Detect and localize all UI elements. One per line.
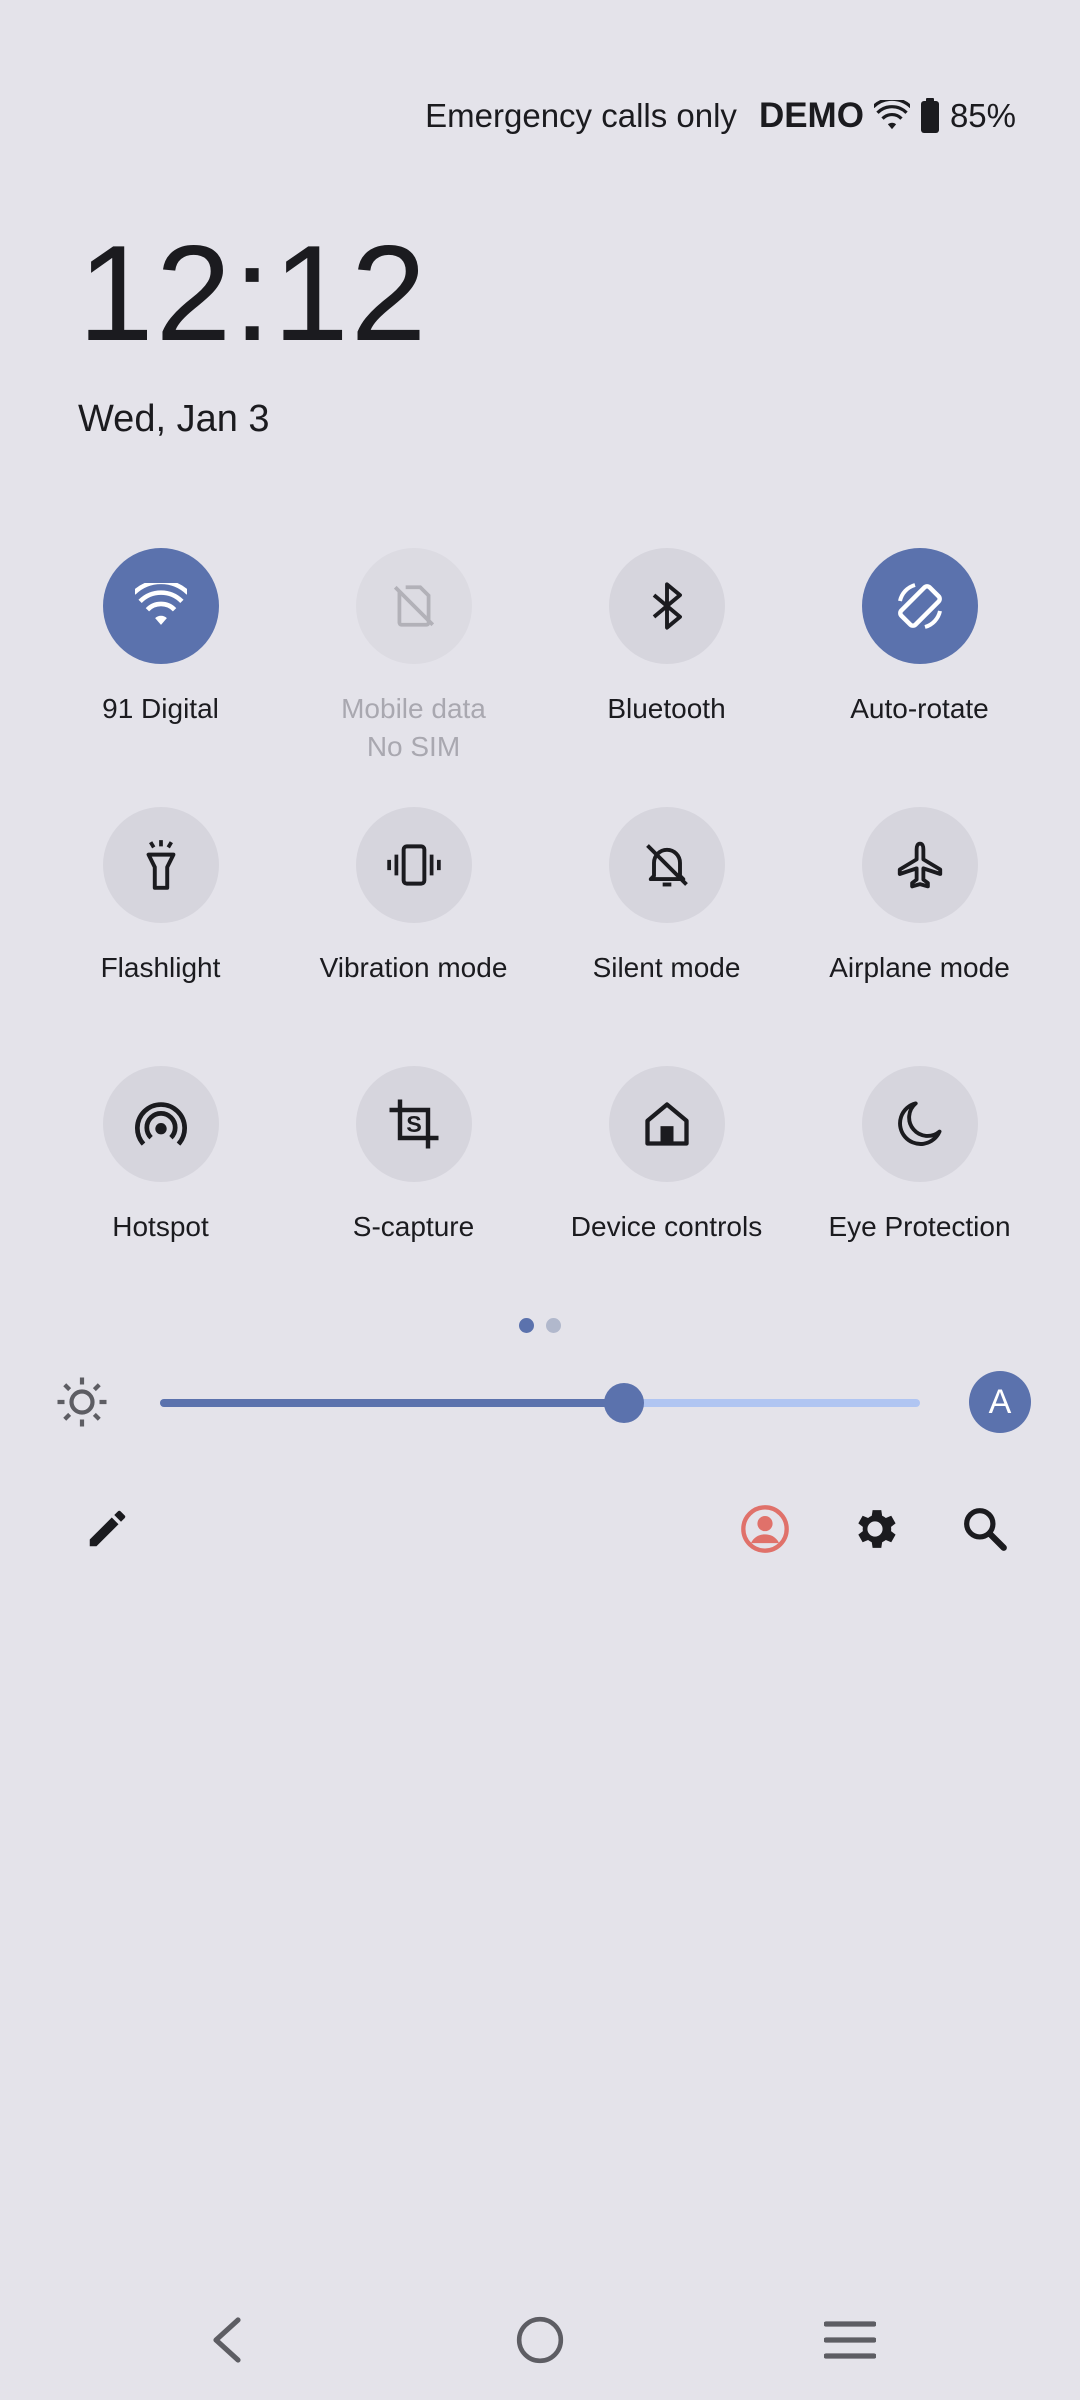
tile-label: Silent mode [592,952,741,983]
tile-label: Airplane mode [829,952,1010,983]
tile-label: Mobile data [341,693,486,724]
no-sim-icon [355,548,472,664]
carrier-status: Emergency calls only [425,97,737,134]
tile-vibration[interactable]: Vibration mode [287,807,540,1027]
hotspot-icon [102,1066,219,1182]
tile-label: Bluetooth [607,693,726,724]
s-capture-icon: S [355,1066,472,1182]
tile-row: 91 Digital Mobile data No SIM Bluetooth … [0,548,1080,768]
user-account-button[interactable] [734,1500,796,1562]
battery-percent: 85% [949,97,1016,134]
date[interactable]: Wed, Jan 3 [78,398,270,441]
tile-label: Auto-rotate [850,693,989,724]
tile-label: 91 Digital [102,693,219,724]
brightness-slider-thumb[interactable] [603,1383,644,1423]
tile-s-capture[interactable]: S S-capture [287,1066,540,1286]
tile-label: Device controls [570,1211,763,1242]
status-bar: Emergency calls only DEMO 85% [425,88,1016,144]
page-dot [546,1318,561,1333]
tile-row: Hotspot S S-capture Device controls Eye … [0,1066,1080,1286]
page-indicator [0,1318,1080,1333]
back-button[interactable] [188,2310,268,2374]
wifi-icon [102,548,219,664]
back-icon [208,2316,248,2369]
home-button[interactable] [500,2310,580,2374]
brightness-sun-icon [54,1374,110,1435]
tile-silent-mode[interactable]: Silent mode [540,807,793,1027]
home-icon [608,1066,725,1182]
user-account-icon [739,1503,791,1560]
bluetooth-icon [608,548,725,664]
tile-label: S-capture [352,1211,475,1242]
brightness-control: A [0,1366,1080,1438]
home-circle-icon [515,2315,565,2370]
battery-icon [920,98,940,134]
tile-label: Eye Protection [828,1211,1011,1242]
moon-icon [861,1066,978,1182]
page-dot-active [519,1318,534,1333]
navigation-bar [0,2310,1080,2374]
edit-button[interactable] [76,1500,138,1562]
tile-label: Flashlight [100,952,221,983]
tile-flashlight[interactable]: Flashlight [34,807,287,1027]
tile-label: Hotspot [112,1211,209,1242]
tile-auto-rotate[interactable]: Auto-rotate [793,548,1046,768]
tile-mobile-data[interactable]: Mobile data No SIM [287,548,540,768]
tile-bluetooth[interactable]: Bluetooth [540,548,793,768]
recents-menu-icon [823,2320,877,2365]
tile-wifi[interactable]: 91 Digital [34,548,287,768]
tile-sublabel: No SIM [366,731,461,762]
quick-settings-screen: Emergency calls only DEMO 85% 12:12 Wed,… [0,0,1080,2400]
clock[interactable]: 12:12 [78,225,428,361]
gear-icon [849,1503,901,1560]
auto-rotate-icon [861,548,978,664]
brightness-slider-fill [160,1399,624,1407]
tile-row: Flashlight Vibration mode Silent mode Ai… [0,807,1080,1027]
tile-eye-protection[interactable]: Eye Protection [793,1066,1046,1286]
wifi-icon [873,100,910,132]
pencil-icon [84,1506,130,1557]
quick-settings-actions [0,1500,1080,1562]
tile-airplane-mode[interactable]: Airplane mode [793,807,1046,1027]
flashlight-icon [102,807,219,923]
vibration-icon [355,807,472,923]
search-icon [960,1504,1010,1559]
tile-hotspot[interactable]: Hotspot [34,1066,287,1286]
demo-label: DEMO [758,96,864,135]
tile-label: Vibration mode [319,952,508,983]
auto-brightness-button[interactable]: A [969,1371,1031,1433]
airplane-icon [861,807,978,923]
recents-button[interactable] [810,2310,890,2374]
brightness-slider[interactable] [160,1383,920,1423]
search-button[interactable] [954,1500,1016,1562]
silent-bell-icon [608,807,725,923]
settings-button[interactable] [844,1500,906,1562]
tile-device-controls[interactable]: Device controls [540,1066,793,1286]
svg-text:S: S [406,1111,422,1137]
